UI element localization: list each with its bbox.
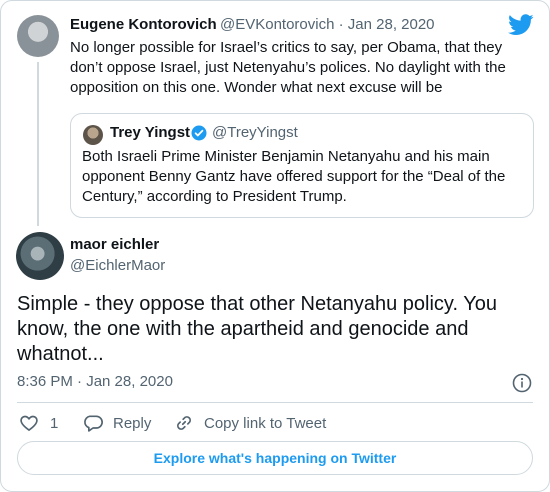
twitter-bird-icon[interactable] <box>508 14 534 36</box>
author-handle-date[interactable]: @EVKontorovich · Jan 28, 2020 <box>220 16 435 33</box>
quoted-text-line: Both Israeli Prime Minister Benjamin Net… <box>82 148 490 165</box>
explore-twitter-button[interactable]: Explore what's happening on Twitter <box>17 441 533 475</box>
avatar-maor-eichler[interactable] <box>16 232 64 280</box>
heart-icon[interactable] <box>19 413 39 433</box>
like-count[interactable]: 1 <box>50 415 58 432</box>
tweet-text-line: opposition on this one. Wonder what next… <box>70 79 443 96</box>
quoted-text-line: Century,” according to President Trump. <box>82 188 347 205</box>
tweet-text-line: No longer possible for Israel’s critics … <box>70 39 503 56</box>
verified-badge-icon <box>191 125 207 141</box>
info-icon[interactable] <box>512 373 532 393</box>
reply-text-line: whatnot... <box>17 343 104 365</box>
reply-bubble-icon[interactable] <box>83 413 103 433</box>
quoted-author-name: Trey Yingst <box>110 124 191 141</box>
thread-connector-line <box>37 62 39 226</box>
quoted-text-line: opponent Benny Gantz have offered suppor… <box>82 168 506 185</box>
reply-tweet-text: Simple - they oppose that other Netanyah… <box>17 292 537 367</box>
reply-author-handle[interactable]: @EichlerMaor <box>70 257 165 274</box>
copy-link-button[interactable]: Copy link to Tweet <box>204 415 326 432</box>
avatar-eugene-kontorovich[interactable] <box>17 15 59 57</box>
reply-button[interactable]: Reply <box>113 415 151 432</box>
quoted-author-handle: @TreyYingst <box>212 124 298 141</box>
avatar-trey-yingst <box>83 125 103 145</box>
author-name[interactable]: Eugene Kontorovich <box>70 16 217 33</box>
reply-text-line: Simple - they oppose that other Netanyah… <box>17 293 497 315</box>
tweet-timestamp[interactable]: 8:36 PM · Jan 28, 2020 <box>17 373 173 390</box>
reply-text-line: know, the one with the apartheid and gen… <box>17 318 469 340</box>
link-icon[interactable] <box>174 413 194 433</box>
reply-author-name[interactable]: maor eichler <box>70 236 159 253</box>
divider <box>17 402 533 403</box>
tweet-text-line: don’t oppose Israel, just Netenyahu’s po… <box>70 59 506 76</box>
